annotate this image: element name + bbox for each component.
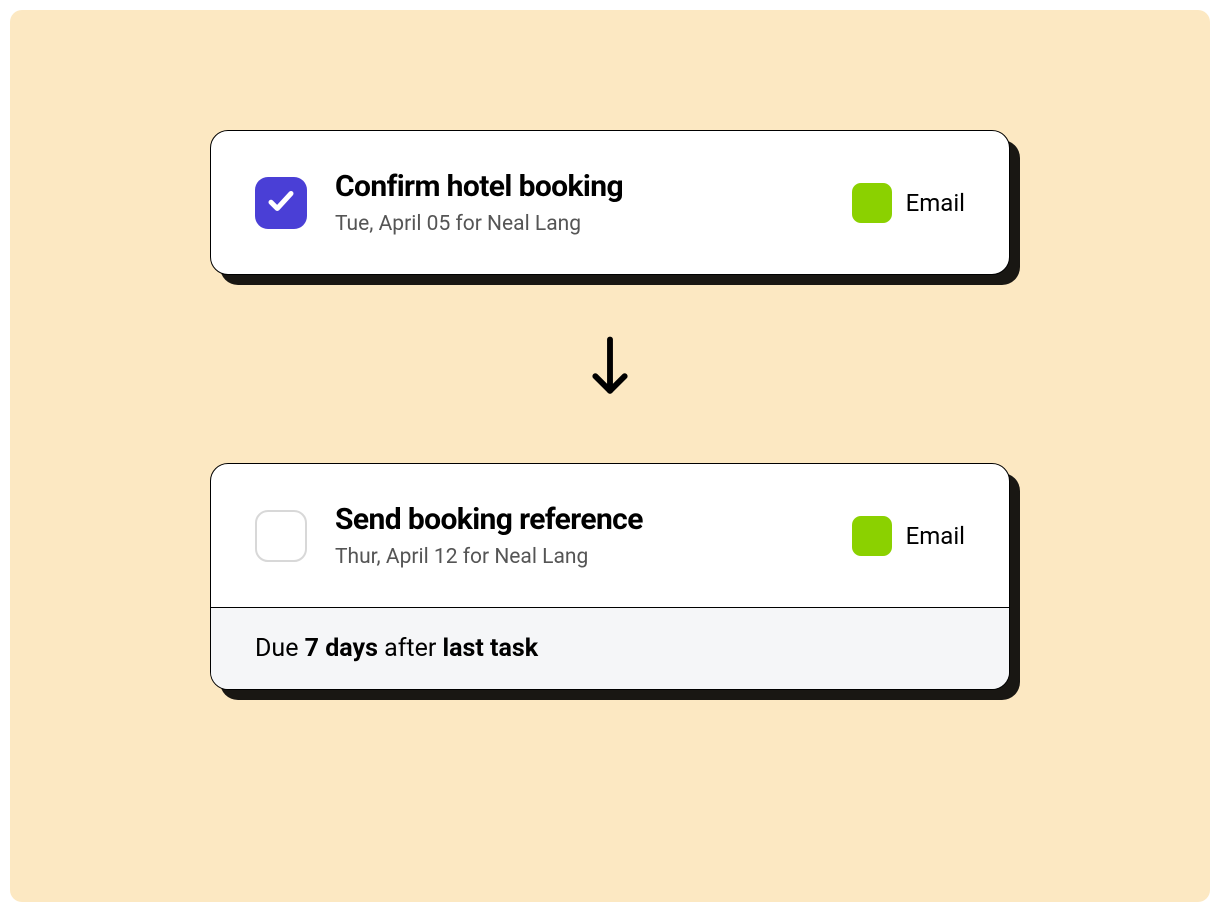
task-title: Confirm hotel booking [335,169,824,204]
task-card[interactable]: Confirm hotel booking Tue, April 05 for … [210,130,1010,275]
task-checkbox-unchecked[interactable] [255,510,307,562]
task-checkbox-checked[interactable] [255,177,307,229]
task-card[interactable]: Send booking reference Thur, April 12 fo… [210,463,1010,690]
due-days: 7 days [305,634,378,663]
task-tag[interactable]: Email [852,183,965,223]
task-text: Confirm hotel booking Tue, April 05 for … [335,169,824,236]
due-mid: after [378,634,443,663]
tag-label: Email [906,189,965,217]
check-icon [266,186,296,220]
due-prefix: Due [255,634,305,663]
workflow-canvas: Confirm hotel booking Tue, April 05 for … [10,10,1210,902]
task-subtitle: Tue, April 05 for Neal Lang [335,212,824,236]
task-title: Send booking reference [335,502,824,537]
task-subtitle: Thur, April 12 for Neal Lang [335,545,824,569]
tag-label: Email [906,522,965,550]
task-text: Send booking reference Thur, April 12 fo… [335,502,824,569]
tag-color-swatch [852,183,892,223]
task-row: Send booking reference Thur, April 12 fo… [211,464,1009,607]
arrow-down-icon [588,335,632,403]
task-tag[interactable]: Email [852,516,965,556]
due-anchor: last task [443,634,539,663]
task-row: Confirm hotel booking Tue, April 05 for … [211,131,1009,274]
due-rule-footer[interactable]: Due 7 days after last task [211,607,1009,689]
tag-color-swatch [852,516,892,556]
